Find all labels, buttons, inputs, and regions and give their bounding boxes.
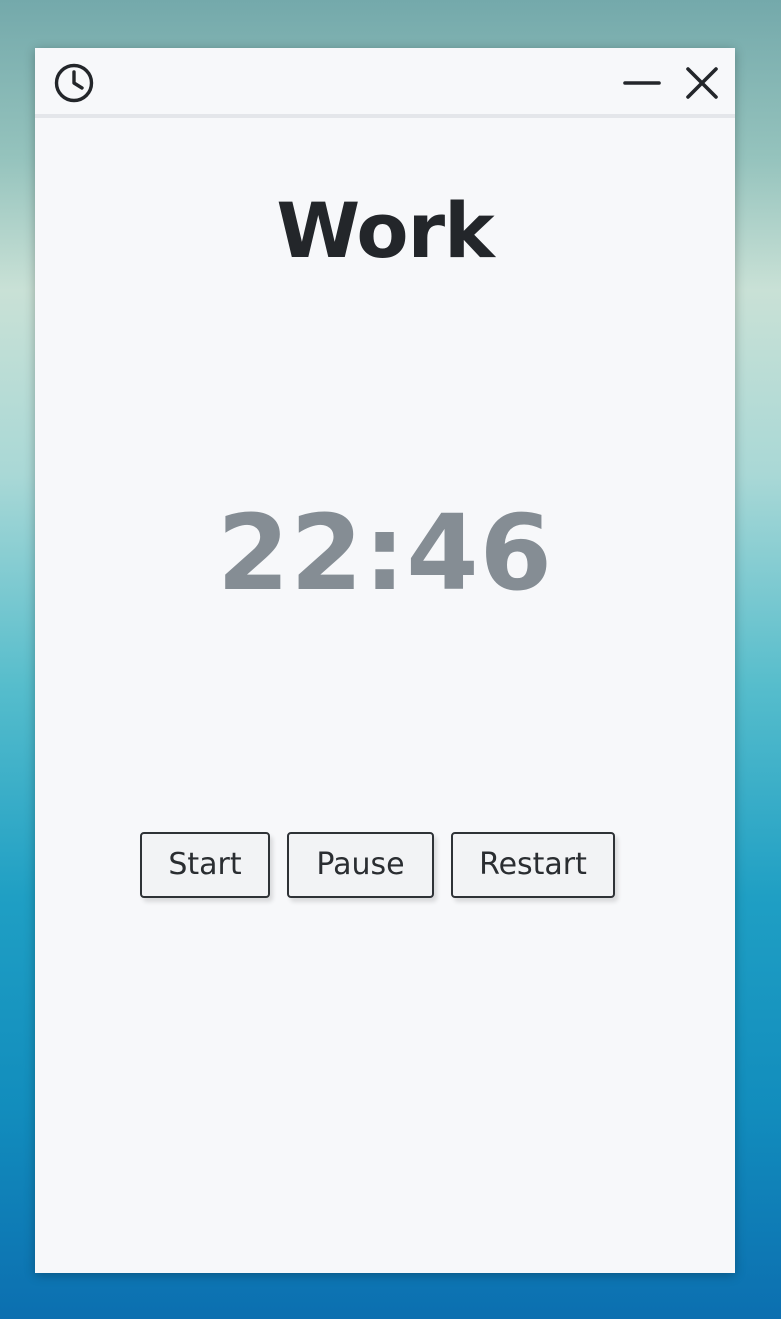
pause-button[interactable]: Pause — [287, 832, 434, 898]
minimize-button[interactable] — [621, 62, 663, 104]
minimize-icon — [623, 81, 661, 85]
start-button[interactable]: Start — [140, 832, 270, 898]
timer-controls: Start Pause Restart — [35, 832, 735, 900]
progress-arc — [35, 288, 735, 438]
mode-label: Work — [276, 186, 494, 275]
close-button[interactable] — [681, 62, 723, 104]
close-icon — [686, 67, 718, 99]
clock-icon — [53, 62, 95, 104]
time-remaining: 22:46 — [216, 492, 554, 614]
restart-button[interactable]: Restart — [451, 832, 615, 898]
pomodoro-window: Work 22:46 Start Pause Restart — [35, 48, 735, 1273]
title-bar[interactable] — [35, 48, 735, 118]
